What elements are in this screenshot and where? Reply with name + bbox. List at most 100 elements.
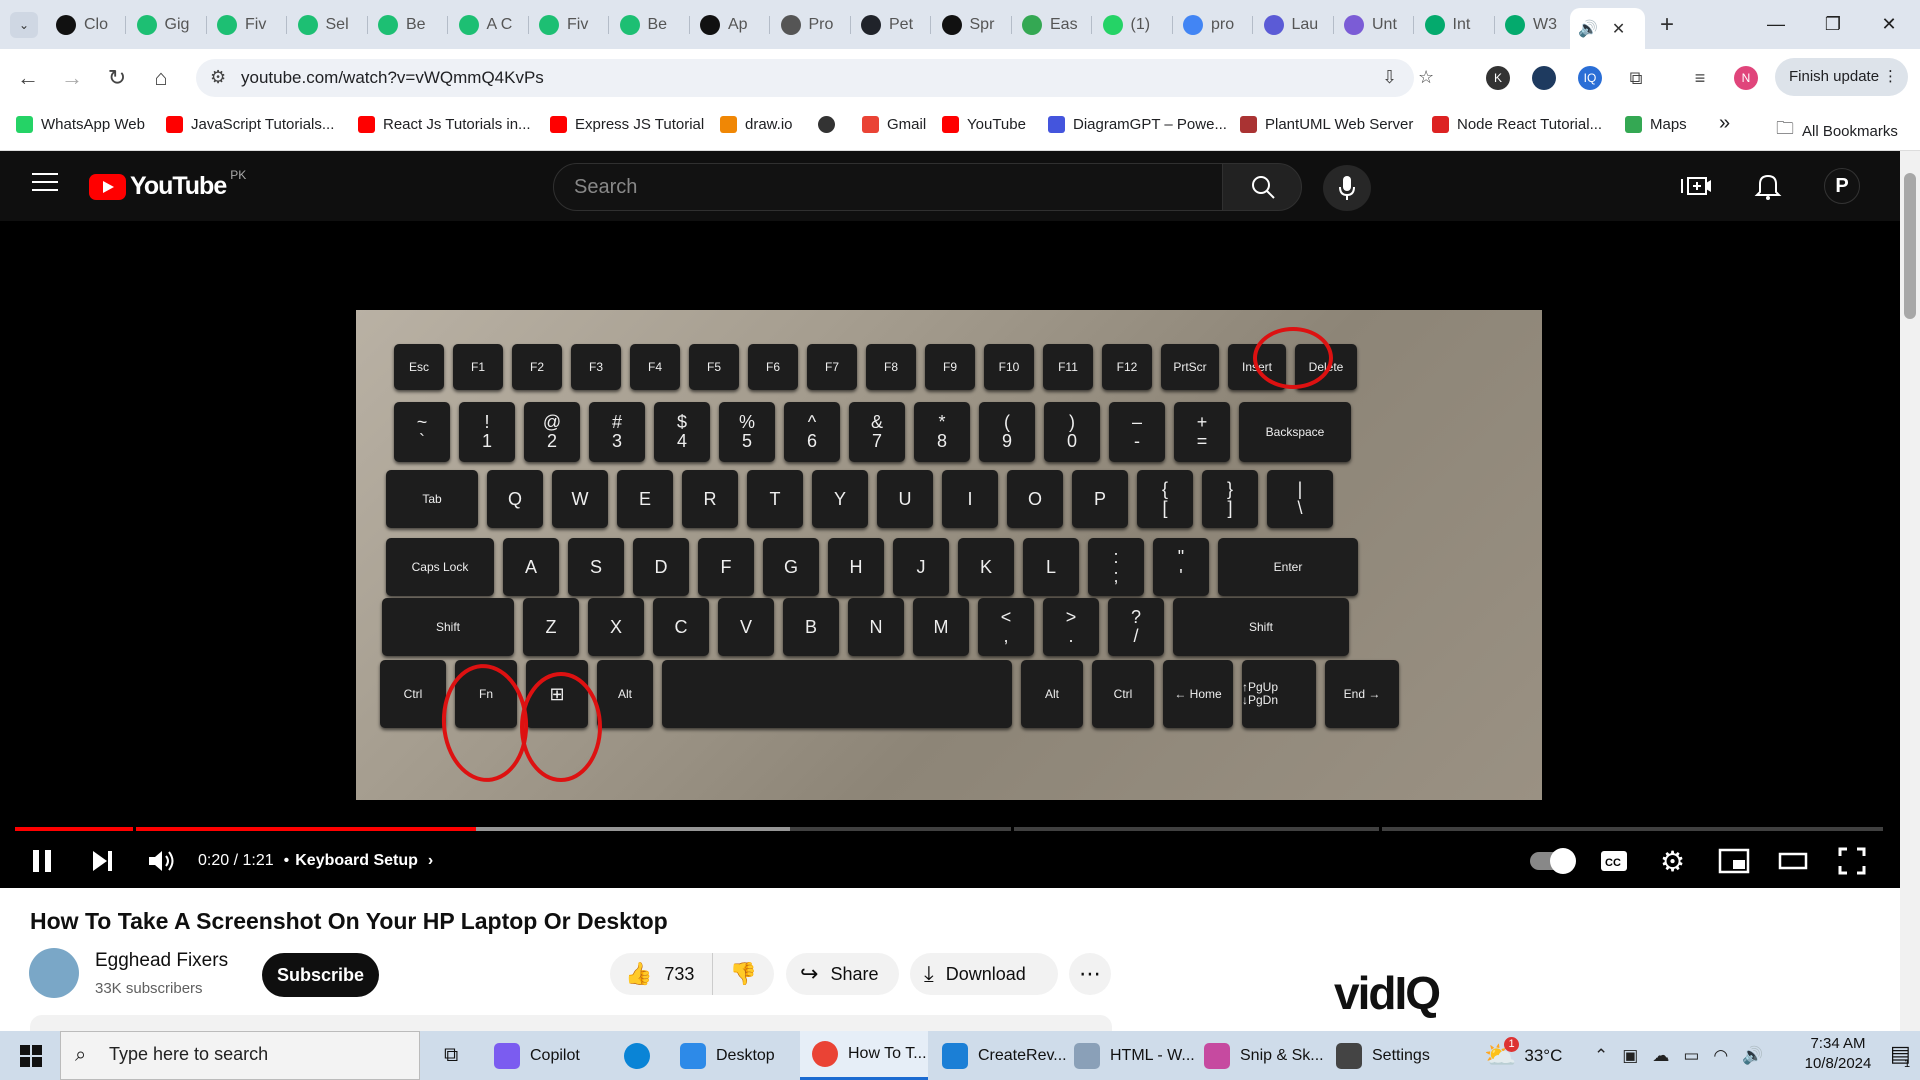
taskbar-app[interactable]: Settings bbox=[1324, 1031, 1452, 1080]
start-button[interactable] bbox=[6, 1031, 58, 1080]
tab-item[interactable]: Eas bbox=[1014, 10, 1092, 40]
video-frame-keyboard[interactable]: Esc F1 F2 F3 F4 F5 F6 F7 F8 F9 F10 F11 F12 PrtScr Inse… bbox=[356, 310, 1542, 800]
notification-center-button[interactable]: ▤ 1 bbox=[1888, 1031, 1920, 1080]
bookmark-item[interactable]: Node React Tutorial... bbox=[1432, 116, 1602, 133]
next-button[interactable] bbox=[90, 843, 116, 879]
extension-icon[interactable] bbox=[1532, 66, 1556, 90]
show-hidden-icons-chevron-icon[interactable]: ⌃ bbox=[1594, 1046, 1608, 1066]
tab-item[interactable]: Unt bbox=[1336, 10, 1414, 40]
minimize-button[interactable]: — bbox=[1753, 8, 1799, 40]
bookmark-item[interactable]: React Js Tutorials in... bbox=[358, 116, 531, 133]
dislike-button[interactable]: 👎 bbox=[712, 953, 774, 995]
video-progress-bar[interactable] bbox=[15, 827, 1883, 831]
theater-mode-button[interactable] bbox=[1778, 843, 1808, 879]
tab-item[interactable]: Fiv bbox=[209, 10, 287, 40]
video-player[interactable]: Esc F1 F2 F3 F4 F5 F6 F7 F8 F9 F10 F11 F12 PrtScr Inse… bbox=[0, 221, 1900, 888]
search-box[interactable] bbox=[553, 163, 1223, 211]
page-scrollbar[interactable] bbox=[1900, 151, 1920, 1031]
taskbar-app[interactable]: Snip & Sk... bbox=[1192, 1031, 1324, 1080]
extensions-puzzle-icon[interactable]: ⧉ bbox=[1624, 66, 1648, 90]
bookmark-item[interactable]: YouTube bbox=[942, 116, 1026, 133]
fullscreen-button[interactable] bbox=[1838, 843, 1866, 879]
bookmark-item[interactable]: PlantUML Web Server bbox=[1240, 116, 1413, 133]
create-video-icon[interactable] bbox=[1680, 171, 1711, 201]
tab-search-button[interactable]: ⌄ bbox=[10, 12, 38, 38]
tab-item[interactable]: A C bbox=[451, 10, 529, 40]
clock[interactable]: 7:34 AM 10/8/2024 bbox=[1800, 1031, 1876, 1080]
bookmark-item[interactable]: WhatsApp Web bbox=[16, 116, 145, 133]
meet-now-icon[interactable]: ▣ bbox=[1622, 1046, 1638, 1066]
chapter-chevron-icon[interactable]: › bbox=[428, 852, 433, 870]
autoplay-toggle[interactable] bbox=[1530, 843, 1576, 879]
bookmark-item[interactable]: Gmail bbox=[862, 116, 926, 133]
system-tray-icons[interactable]: ⌃ ▣ ☁ ▭ ◠ 🔊 bbox=[1594, 1031, 1763, 1080]
speaker-icon[interactable]: 🔊 bbox=[1578, 19, 1598, 39]
tab-item[interactable]: (1) bbox=[1095, 10, 1173, 40]
taskbar-search-box[interactable]: ⌕ Type here to search bbox=[60, 1031, 420, 1080]
miniplayer-button[interactable] bbox=[1718, 843, 1750, 879]
more-bookmarks-button[interactable]: » bbox=[1719, 112, 1730, 135]
scrollbar-thumb[interactable] bbox=[1904, 173, 1916, 319]
onedrive-cloud-icon[interactable]: ☁ bbox=[1652, 1046, 1669, 1066]
taskbar-app[interactable]: Copilot bbox=[482, 1031, 610, 1080]
tab-item[interactable]: Int bbox=[1417, 10, 1495, 40]
task-view-button[interactable]: ⧉ bbox=[432, 1031, 458, 1080]
forward-button[interactable]: → bbox=[57, 63, 87, 93]
site-info-icon[interactable]: ⚙ bbox=[210, 67, 226, 88]
bookmark-item[interactable]: draw.io bbox=[720, 116, 793, 133]
extension-icon[interactable]: K bbox=[1486, 66, 1510, 90]
wifi-icon[interactable]: ◠ bbox=[1713, 1046, 1728, 1066]
bookmark-item[interactable]: DiagramGPT – Powe... bbox=[1048, 116, 1227, 133]
battery-icon[interactable]: ▭ bbox=[1683, 1046, 1699, 1066]
channel-avatar[interactable] bbox=[29, 948, 79, 998]
settings-button[interactable]: ⚙ bbox=[1660, 843, 1685, 879]
taskbar-app[interactable] bbox=[612, 1031, 666, 1080]
tab-item[interactable]: Lau bbox=[1256, 10, 1334, 40]
home-button[interactable]: ⌂ bbox=[146, 63, 176, 93]
extension-icon[interactable]: IQ bbox=[1578, 66, 1602, 90]
voice-search-button[interactable] bbox=[1323, 165, 1371, 211]
tab-item[interactable]: Be bbox=[612, 10, 690, 40]
subscribe-button[interactable]: Subscribe bbox=[262, 953, 379, 997]
weather-widget[interactable]: ⛅ 1 33°C bbox=[1484, 1031, 1562, 1080]
tab-active[interactable]: 🔊 ✕ bbox=[1570, 8, 1645, 49]
chapter-title[interactable]: Keyboard Setup bbox=[295, 852, 418, 870]
notifications-bell-icon[interactable] bbox=[1754, 171, 1784, 201]
new-tab-button[interactable]: + bbox=[1652, 10, 1682, 40]
tab-item[interactable]: Pro bbox=[773, 10, 851, 40]
volume-button[interactable] bbox=[146, 843, 176, 879]
tab-item[interactable]: pro bbox=[1175, 10, 1253, 40]
account-avatar[interactable]: P bbox=[1824, 168, 1860, 204]
tab-item[interactable]: Be bbox=[370, 10, 448, 40]
taskbar-app[interactable]: HTML - W... bbox=[1062, 1031, 1195, 1080]
restore-button[interactable]: ❐ bbox=[1810, 8, 1856, 40]
channel-name[interactable]: Egghead Fixers bbox=[95, 950, 228, 972]
close-window-button[interactable]: ✕ bbox=[1866, 8, 1912, 40]
download-button[interactable]: ⤓ Download bbox=[910, 953, 1058, 995]
media-control-icon[interactable]: ≡ bbox=[1688, 66, 1712, 90]
bookmark-star-icon[interactable]: ☆ bbox=[1418, 67, 1434, 88]
captions-button[interactable]: CC bbox=[1600, 843, 1628, 879]
install-app-icon[interactable]: ⇩ bbox=[1382, 67, 1397, 88]
url-text[interactable]: youtube.com/watch?v=vWQmmQ4KvPs bbox=[241, 68, 544, 88]
bookmark-item[interactable]: JavaScript Tutorials... bbox=[166, 116, 334, 133]
tab-item[interactable]: Gig bbox=[129, 10, 207, 40]
bookmark-item[interactable]: Express JS Tutorial bbox=[550, 116, 704, 133]
taskbar-app[interactable]: CreateRev... bbox=[930, 1031, 1067, 1080]
search-input[interactable] bbox=[554, 164, 1222, 210]
tab-item[interactable]: Ap bbox=[692, 10, 770, 40]
more-vert-icon[interactable]: ⋮ bbox=[1883, 58, 1898, 96]
taskbar-app[interactable]: Desktop bbox=[668, 1031, 796, 1080]
reload-button[interactable]: ↻ bbox=[102, 63, 132, 93]
volume-icon[interactable]: 🔊 bbox=[1742, 1046, 1763, 1066]
all-bookmarks-button[interactable]: 🗀 All Bookmarks bbox=[1776, 116, 1898, 146]
tab-item[interactable]: W3 bbox=[1497, 10, 1575, 40]
tab-item[interactable]: Sel bbox=[290, 10, 368, 40]
search-button[interactable] bbox=[1222, 163, 1302, 211]
tab-item[interactable]: Fiv bbox=[531, 10, 609, 40]
more-actions-button[interactable]: ⋯ bbox=[1069, 953, 1111, 995]
finish-update-button[interactable]: Finish update ⋮ bbox=[1775, 58, 1908, 96]
tab-item[interactable]: Pet bbox=[853, 10, 931, 40]
bookmark-item[interactable] bbox=[818, 116, 835, 133]
address-bar[interactable]: ⚙ youtube.com/watch?v=vWQmmQ4KvPs ⇩ ☆ bbox=[196, 59, 1434, 97]
